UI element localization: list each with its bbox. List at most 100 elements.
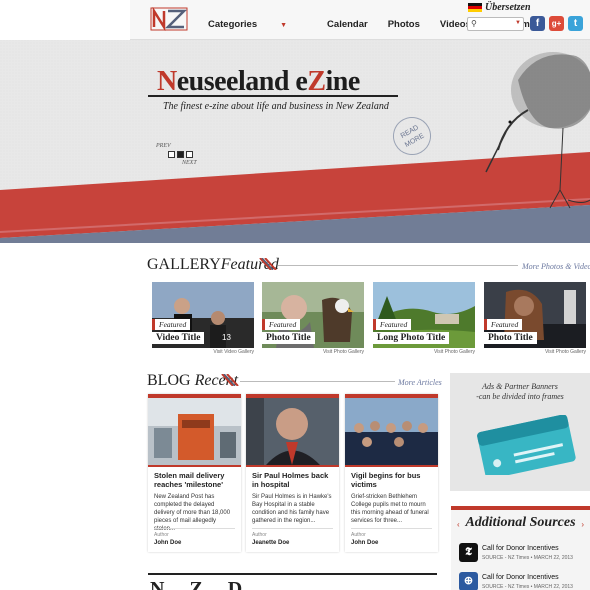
bottom-section-rule — [148, 573, 437, 575]
slider-controls: PREV NEXT — [150, 143, 197, 166]
search-icon: ⚲ — [471, 19, 477, 28]
featured-tag: Featured — [373, 319, 412, 330]
author-name[interactable]: John Doe — [351, 540, 378, 546]
card-divider — [345, 465, 438, 467]
slider-dot-active[interactable] — [177, 151, 184, 158]
prev-button[interactable]: PREV — [156, 143, 197, 149]
visit-photo-gallery-link[interactable]: Visit Photo Gallery — [262, 349, 364, 355]
blog-image — [148, 398, 241, 465]
author-name[interactable]: John Doe — [154, 540, 181, 546]
title-initial: N — [157, 66, 177, 97]
gallery-rule — [278, 265, 518, 266]
search-input[interactable]: ⚲ ▼ — [467, 17, 524, 31]
nz-logo[interactable] — [150, 7, 190, 31]
dropdown-caret-icon: ▼ — [280, 22, 288, 29]
ads-banner[interactable]: Ads & Partner Banners -can be divided in… — [450, 373, 590, 491]
blog-heading-word: BLOG — [147, 372, 191, 389]
source-item[interactable]: ⊕ Call for Donor Incentives SOURCE - NZ … — [459, 572, 590, 590]
gallery-caption: Featured Photo Title — [262, 314, 315, 344]
slider-dots — [168, 151, 197, 158]
title-underline — [148, 95, 398, 97]
bottom-section-title: N Z D — [150, 578, 253, 590]
nz-times-icon: 𝕿 — [459, 543, 478, 562]
gallery-item-video[interactable]: 13 Featured Video Title — [152, 282, 254, 348]
ads-line-2: -can be divided into frames — [476, 392, 564, 401]
more-photos-link[interactable]: More Photos & Videos — [522, 262, 590, 271]
title-z: Z — [307, 66, 326, 97]
blog-rule — [240, 381, 395, 382]
slider-dot[interactable] — [168, 151, 175, 158]
chevron-right-icon[interactable]: › — [581, 520, 584, 529]
google-plus-icon[interactable]: g+ — [549, 16, 564, 31]
visit-video-gallery-link[interactable]: Visit Video Gallery — [152, 349, 254, 355]
visit-photo-gallery-link[interactable]: Visit Photo Gallery — [373, 349, 475, 355]
gallery-item-photo-2[interactable]: Featured Photo Title — [484, 282, 586, 348]
gallery-heading-word: GALLERY — [147, 256, 221, 273]
featured-tag: Featured — [484, 319, 523, 330]
blog-title[interactable]: Sir Paul Holmes back in hospital — [252, 471, 333, 489]
twitter-icon[interactable]: t — [568, 16, 583, 31]
visit-photo-gallery-link[interactable]: Visit Photo Gallery — [484, 349, 586, 355]
source-meta: SOURCE - NZ Times • MARCH 22, 2013 — [482, 555, 573, 561]
featured-tag: Featured — [262, 319, 301, 330]
site-tagline: The finest e-zine about life and busines… — [163, 101, 389, 112]
german-flag-icon — [468, 3, 482, 12]
author-name[interactable]: Jeanette Doe — [252, 540, 289, 546]
blog-excerpt: Sir Paul Holmes is in Hawke's Bay Hospit… — [252, 494, 332, 524]
more-articles-link[interactable]: More Articles — [398, 378, 442, 387]
airpoints-card-image — [477, 415, 576, 475]
author-label: Author — [252, 532, 267, 538]
slider-dot[interactable] — [186, 151, 193, 158]
source-title[interactable]: Call for Donor Incentives — [482, 574, 559, 581]
top-left-blank — [0, 0, 130, 40]
next-button[interactable]: NEXT — [182, 160, 197, 166]
gallery-title: Long Photo Title — [373, 332, 450, 344]
nav-calendar[interactable]: Calendar — [327, 19, 368, 30]
section-slashes-icon — [259, 258, 277, 270]
gallery-caption: Featured Video Title — [152, 314, 205, 344]
source-logo-icon: ⊕ — [459, 572, 478, 590]
gallery-item-long-photo[interactable]: Featured Long Photo Title — [373, 282, 475, 348]
author-divider — [252, 528, 333, 529]
facebook-icon[interactable]: f — [530, 16, 545, 31]
section-slashes-icon — [221, 374, 239, 386]
source-title[interactable]: Call for Donor Incentives — [482, 545, 559, 552]
blog-card[interactable]: Sir Paul Holmes back in hospital Sir Pau… — [246, 394, 339, 552]
source-item[interactable]: 𝕿 Call for Donor Incentives SOURCE - NZ … — [459, 543, 590, 563]
nav-categories[interactable]: Categories ▼ — [208, 19, 307, 30]
ads-line-1: Ads & Partner Banners — [482, 382, 558, 391]
translate-label: Übersetzen — [485, 2, 531, 13]
search-dropdown-icon[interactable]: ▼ — [515, 20, 521, 26]
author-label: Author — [351, 532, 366, 538]
blog-card[interactable]: Vigil begins for bus victims Grief-stric… — [345, 394, 438, 552]
blog-excerpt: Grief-stricken Bethlehem College pupils … — [351, 494, 429, 524]
author-divider — [351, 528, 432, 529]
chevron-left-icon[interactable]: ‹ — [457, 520, 460, 529]
title-middle: euseeland e — [176, 66, 308, 97]
blog-image — [345, 398, 438, 465]
author-label: Author — [154, 532, 169, 538]
blog-title[interactable]: Stolen mail delivery reaches 'milestone' — [154, 471, 235, 489]
blog-excerpt: New Zealand Post has completed the delay… — [154, 494, 231, 532]
card-divider — [148, 465, 241, 467]
additional-sources-panel: ‹ Additional Sources › 𝕿 Call for Donor … — [451, 506, 590, 590]
kiwi-bird-illustration — [485, 52, 590, 209]
blog-title[interactable]: Vigil begins for bus victims — [351, 471, 432, 489]
nav-photos[interactable]: Photos — [388, 19, 420, 30]
gallery-item-photo[interactable]: Featured Photo Title — [262, 282, 364, 348]
nav-categories-label: Categories — [208, 19, 258, 30]
author-divider — [154, 528, 235, 529]
gallery-title: Photo Title — [484, 332, 537, 344]
blog-card[interactable]: Stolen mail delivery reaches 'milestone'… — [148, 394, 241, 552]
svg-text:13: 13 — [222, 333, 231, 342]
title-end: ine — [325, 66, 361, 97]
site-title: Neuseeland eZine — [157, 66, 360, 98]
translate-link[interactable]: Übersetzen — [468, 2, 531, 13]
card-divider — [246, 465, 339, 467]
gallery-title: Video Title — [152, 332, 205, 344]
source-meta: SOURCE - NZ Times • MARCH 22, 2013 — [482, 584, 573, 590]
additional-sources-heading: Additional Sources — [465, 515, 576, 530]
gallery-caption: Featured Photo Title — [484, 314, 537, 344]
blog-image — [246, 398, 339, 465]
featured-tag: Featured — [152, 319, 191, 330]
